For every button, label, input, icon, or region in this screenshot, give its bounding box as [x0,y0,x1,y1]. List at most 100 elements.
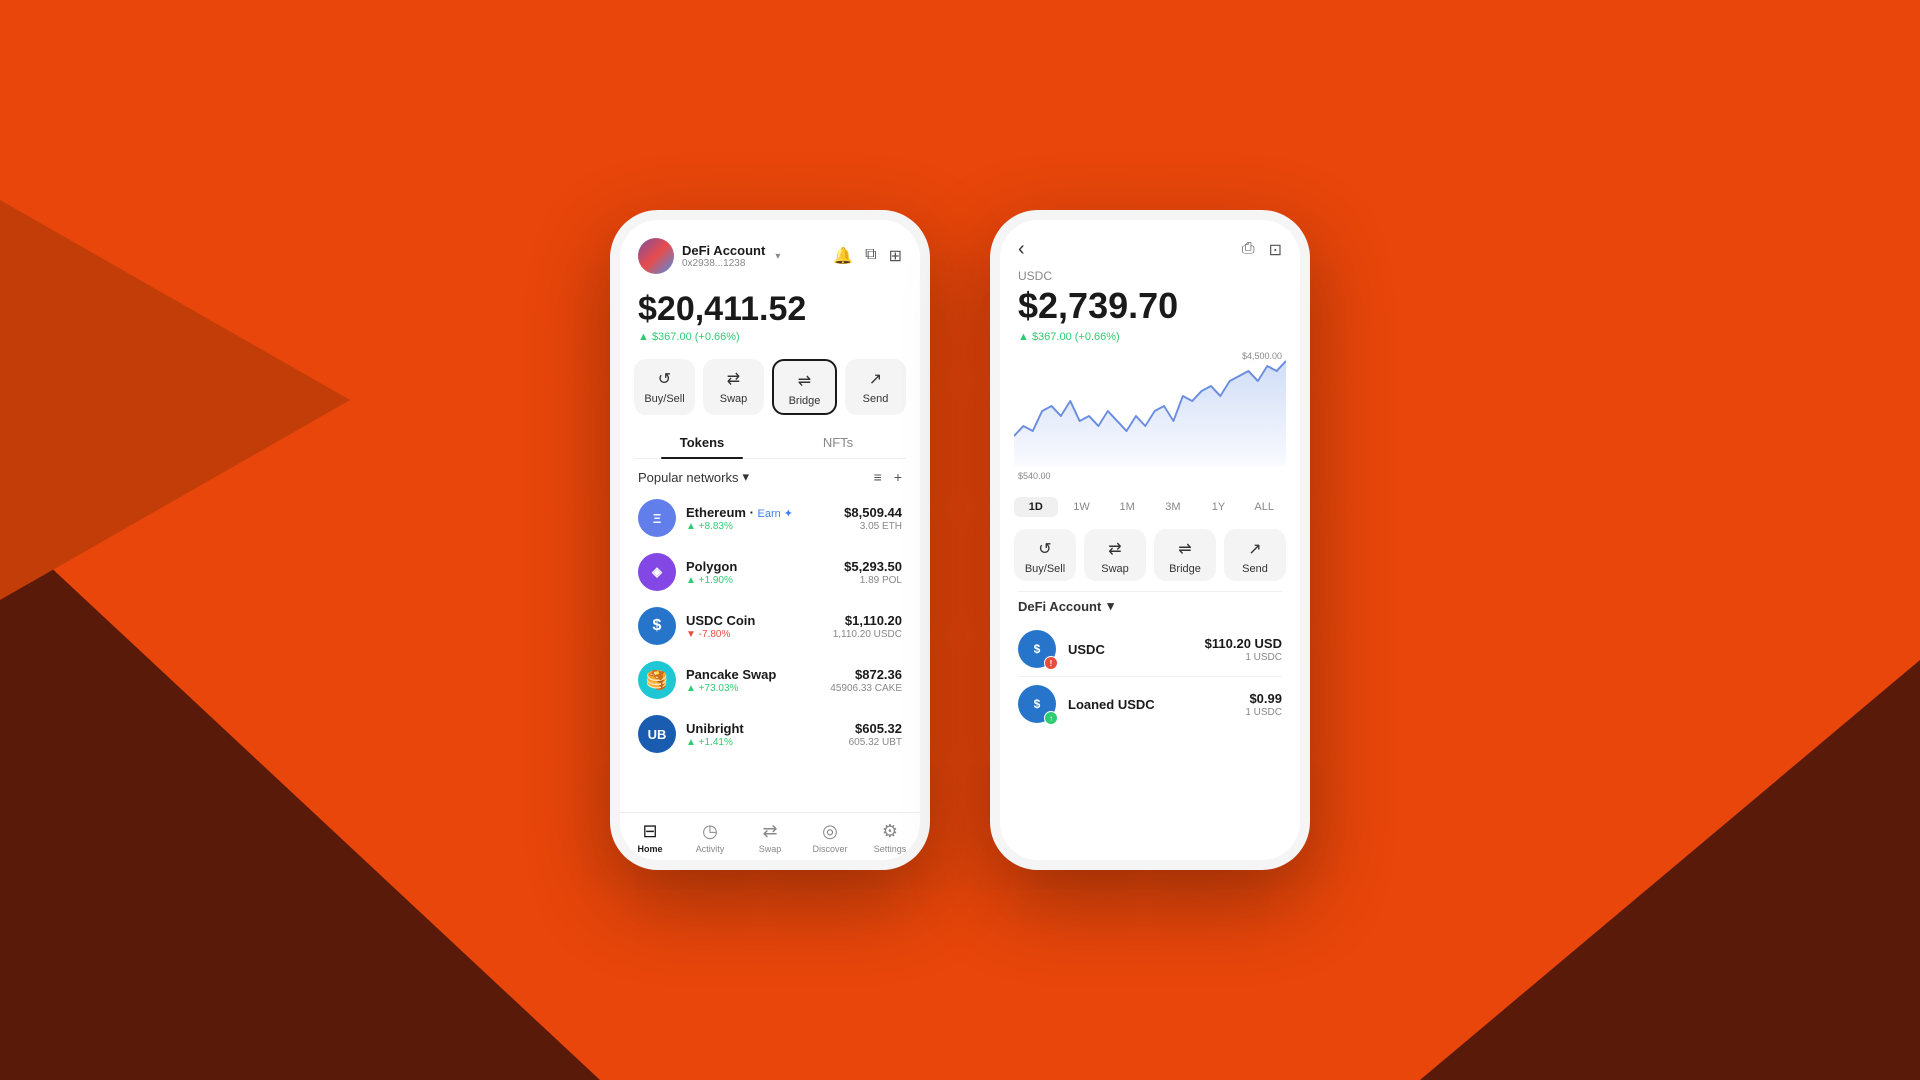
home-label: Home [637,844,662,854]
popular-networks-label[interactable]: Popular networks ▾ [638,469,749,485]
bridge-button[interactable]: ⇌ Bridge [772,359,837,415]
phone-2-inner: ‹ ⎙ ⊡ USDC $2,739.70 ▲ $367.00 (+0.66%) … [1000,220,1300,860]
account-address: 0x2938...1238 [682,258,765,269]
settings-icon: ⚙ [882,821,898,842]
swap-label: Swap [720,393,748,405]
p2-buy-sell-button[interactable]: ↺ Buy/Sell [1014,529,1076,581]
time-1y[interactable]: 1Y [1197,497,1241,517]
bridge-label: Bridge [789,395,821,407]
p2-header-icons: ⎙ ⊡ [1242,240,1282,260]
token-item-ub[interactable]: UB Unibright ▲ +1.41% $605.32 605.32 UBT [620,707,920,761]
ub-name: Unibright [686,721,839,736]
account-token-loaned[interactable]: $ ↑ Loaned USDC $0.99 1 USDC [1000,677,1300,731]
time-1m[interactable]: 1M [1105,497,1149,517]
grid-icon[interactable]: ⊞ [889,246,902,266]
swap-button[interactable]: ⇄ Swap [703,359,764,415]
eth-change: ▲ +8.83% [686,521,834,532]
p2-send-button[interactable]: ↗ Send [1224,529,1286,581]
ub-usd: $605.32 [849,721,902,736]
account-usdc-usd: $110.20 USD [1205,636,1282,651]
token-item-eth[interactable]: Ξ Ethereum · Earn ✦ ▲ +8.83% $8,509.44 3… [620,491,920,545]
chart-high-label: $4,500.00 [1242,351,1282,361]
tab-nfts[interactable]: NFTs [770,427,906,458]
p2-buy-sell-label: Buy/Sell [1025,563,1065,575]
add-icon[interactable]: + [894,469,902,485]
p2-buy-sell-icon: ↺ [1038,539,1051,559]
usdc-badge: ! [1044,656,1058,670]
cake-name: Pancake Swap [686,667,820,682]
cake-amount: 45906.33 CAKE [830,683,902,694]
token-item-cake[interactable]: 🥞 Pancake Swap ▲ +73.03% $872.36 45906.3… [620,653,920,707]
time-all[interactable]: ALL [1242,497,1286,517]
nav-settings[interactable]: ⚙ Settings [860,821,920,854]
account-usdc-logo: $ ! [1018,630,1056,668]
account-loaned-name: Loaned USDC [1068,697,1233,712]
p2-bridge-button[interactable]: ⇌ Bridge [1154,529,1216,581]
token-list-actions: ≡ + [874,469,902,485]
token-item-usdc[interactable]: $ USDC Coin ▼ -7.80% $1,110.20 1,110.20 … [620,599,920,653]
account-loaned-value: $0.99 1 USDC [1245,691,1282,718]
swap-icon: ⇄ [727,369,740,389]
p2-swap-label: Swap [1101,563,1129,575]
nav-home[interactable]: ⊟ Home [620,821,680,854]
account-loaned-usd: $0.99 [1245,691,1282,706]
share-icon[interactable]: ⎙ [1242,240,1255,260]
account-usdc-name: USDC [1068,642,1193,657]
bg-triangle-left [0,200,350,600]
account-usdc-info: USDC [1068,642,1193,657]
cake-value: $872.36 45906.33 CAKE [830,667,902,694]
ub-amount: 605.32 UBT [849,737,902,748]
export-icon[interactable]: ⊡ [1269,240,1282,260]
filter-icon[interactable]: ≡ [874,469,882,485]
buy-sell-button[interactable]: ↺ Buy/Sell [634,359,695,415]
p2-action-buttons: ↺ Buy/Sell ⇄ Swap ⇌ Bridge ↗ Send [1000,525,1300,591]
time-1d[interactable]: 1D [1014,497,1058,517]
eth-amount: 3.05 ETH [844,521,902,532]
bell-icon[interactable]: 🔔 [833,246,853,266]
token-item-pol[interactable]: ◈ Polygon ▲ +1.90% $5,293.50 1.89 POL [620,545,920,599]
p2-swap-button[interactable]: ⇄ Swap [1084,529,1146,581]
spacer [620,761,920,812]
eth-earn[interactable]: Earn ✦ [758,508,794,520]
usdc-info: USDC Coin ▼ -7.80% [686,613,823,640]
action-buttons: ↺ Buy/Sell ⇄ Swap ⇌ Bridge ↗ Send [620,355,920,427]
eth-info: Ethereum · Earn ✦ ▲ +8.83% [686,505,834,532]
account-info[interactable]: DeFi Account 0x2938...1238 ▾ [638,238,780,274]
eth-usd: $8,509.44 [844,505,902,520]
ub-logo: UB [638,715,676,753]
p2-change: ▲ $367.00 (+0.66%) [1000,331,1300,351]
account-loaned-logo: $ ↑ [1018,685,1056,723]
time-1w[interactable]: 1W [1060,497,1104,517]
pol-value: $5,293.50 1.89 POL [844,559,902,586]
pol-name: Polygon [686,559,834,574]
buy-sell-icon: ↺ [658,369,671,389]
copy-icon[interactable]: ⧉ [865,246,876,266]
account-token-usdc[interactable]: $ ! USDC $110.20 USD 1 USDC [1000,622,1300,676]
time-3m[interactable]: 3M [1151,497,1195,517]
settings-label: Settings [874,844,907,854]
token-list: Ξ Ethereum · Earn ✦ ▲ +8.83% $8,509.44 3… [620,491,920,761]
chevron-down-networks-icon: ▾ [742,469,749,485]
token-list-header: Popular networks ▾ ≡ + [620,459,920,491]
pol-usd: $5,293.50 [844,559,902,574]
p1-header: DeFi Account 0x2938...1238 ▾ 🔔 ⧉ ⊞ [620,220,920,282]
time-range: 1D 1W 1M 3M 1Y ALL [1000,491,1300,525]
usdc-change: ▼ -7.80% [686,629,823,640]
tab-tokens[interactable]: Tokens [634,427,770,458]
nav-swap[interactable]: ⇄ Swap [740,821,800,854]
ub-change: ▲ +1.41% [686,737,839,748]
header-icons: 🔔 ⧉ ⊞ [833,246,902,266]
nav-activity[interactable]: ◷ Activity [680,821,740,854]
nav-discover[interactable]: ◎ Discover [800,821,860,854]
p2-bridge-label: Bridge [1169,563,1201,575]
pol-info: Polygon ▲ +1.90% [686,559,834,586]
send-label: Send [863,393,889,405]
balance-change: ▲ $367.00 (+0.66%) [638,331,902,343]
phone-2: ‹ ⎙ ⊡ USDC $2,739.70 ▲ $367.00 (+0.66%) … [990,210,1310,870]
send-icon: ↗ [869,369,882,389]
back-button[interactable]: ‹ [1018,238,1025,261]
ub-value: $605.32 605.32 UBT [849,721,902,748]
discover-label: Discover [812,844,847,854]
chart-container: $4,500.00 $540.00 [1000,351,1300,491]
send-button[interactable]: ↗ Send [845,359,906,415]
